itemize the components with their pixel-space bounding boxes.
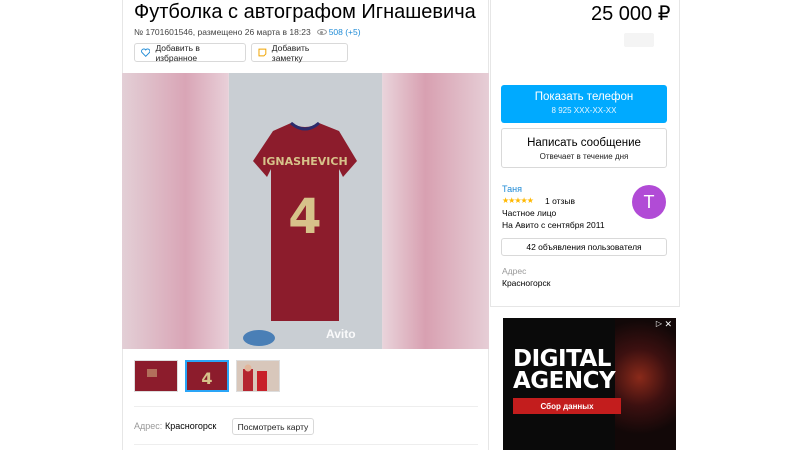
thumbnail-2-image: 4	[187, 362, 227, 390]
listing-meta: № 1701601546, размещено 26 марта в 18:23…	[134, 27, 361, 37]
show-map-button[interactable]: Посмотреть карту	[232, 418, 314, 435]
listing-page: Футболка с автографом Игнашевича 25 000 …	[0, 0, 800, 450]
gallery-blur-left	[122, 73, 228, 349]
jersey-number-text: 4	[288, 189, 321, 245]
thumbnail-1[interactable]	[134, 360, 178, 392]
heart-icon	[141, 48, 151, 57]
add-to-favorites-button[interactable]: Добавить в избранное	[134, 42, 246, 63]
divider	[134, 406, 478, 407]
thumbnail-3[interactable]	[236, 360, 280, 392]
user-ads-button[interactable]: 42 объявления пользователя	[501, 238, 667, 256]
thumbnail-2[interactable]: 4	[185, 360, 229, 392]
jersey-image: IGNASHEVICH 4	[229, 73, 382, 349]
seller-type: Частное лицо	[502, 208, 557, 218]
photo-gallery[interactable]: IGNASHEVICH 4	[122, 73, 489, 349]
note-label: Добавить заметку	[271, 42, 310, 63]
write-message-label: Написать сообщение	[527, 137, 641, 149]
write-message-button[interactable]: Написать сообщение Отвечает в течение дн…	[501, 128, 667, 168]
ad-robot-face-image	[615, 318, 676, 450]
show-phone-label: Показать телефон	[534, 91, 634, 103]
thumbnail-strip: 4	[134, 360, 280, 392]
gallery-blur-right	[383, 73, 489, 349]
add-note-button[interactable]: Добавить заметку	[251, 42, 348, 63]
listing-title: Футболка с автографом Игнашевича	[134, 1, 476, 23]
thumbnail-1-image	[135, 361, 177, 391]
avito-watermark: Avito	[326, 327, 356, 341]
seller-address-value: Красногорск	[502, 278, 551, 288]
jersey-name-text: IGNASHEVICH	[262, 155, 347, 168]
reviews-link[interactable]: 1 отзыв	[545, 196, 575, 206]
rating-stars: ★★★★★	[502, 196, 534, 205]
note-icon	[258, 48, 267, 57]
ad-banner[interactable]: DIGITAL AGENCY Сбор данных ▷ ✕	[503, 318, 676, 450]
eye-icon	[316, 29, 327, 35]
address-value: Красногорск	[165, 421, 217, 431]
price-placeholder	[624, 33, 654, 47]
show-phone-button[interactable]: Показать телефон 8 925 XXX-XX-XX	[501, 85, 667, 123]
favorites-label: Добавить в избранное	[155, 42, 200, 63]
thumbnail-3-image	[237, 361, 279, 391]
seller-name-link[interactable]: Таня	[502, 184, 522, 194]
response-time: Отвечает в течение дня	[539, 152, 629, 161]
seller-since: На Авито с сентября 2011	[502, 220, 605, 230]
address-label: Адрес:	[134, 421, 163, 431]
ad-headline-2: AGENCY	[513, 368, 616, 394]
listing-meta-text: № 1701601546, размещено 26 марта в 18:23	[134, 27, 311, 37]
avatar[interactable]: Т	[632, 185, 666, 219]
views-count: 508 (+5)	[328, 27, 361, 37]
ad-cta-button[interactable]: Сбор данных	[513, 398, 621, 414]
masked-phone: 8 925 XXX-XX-XX	[551, 106, 617, 115]
close-icon[interactable]: ✕	[664, 319, 672, 330]
divider	[134, 444, 478, 445]
seller-address-label: Адрес	[502, 266, 527, 276]
views-counter[interactable]: 508 (+5)	[316, 27, 361, 37]
svg-text:4: 4	[201, 369, 212, 388]
listing-price: 25 000 ₽	[591, 3, 671, 25]
main-photo[interactable]: IGNASHEVICH 4	[229, 73, 382, 349]
ad-info-icon[interactable]: ▷	[656, 319, 662, 328]
